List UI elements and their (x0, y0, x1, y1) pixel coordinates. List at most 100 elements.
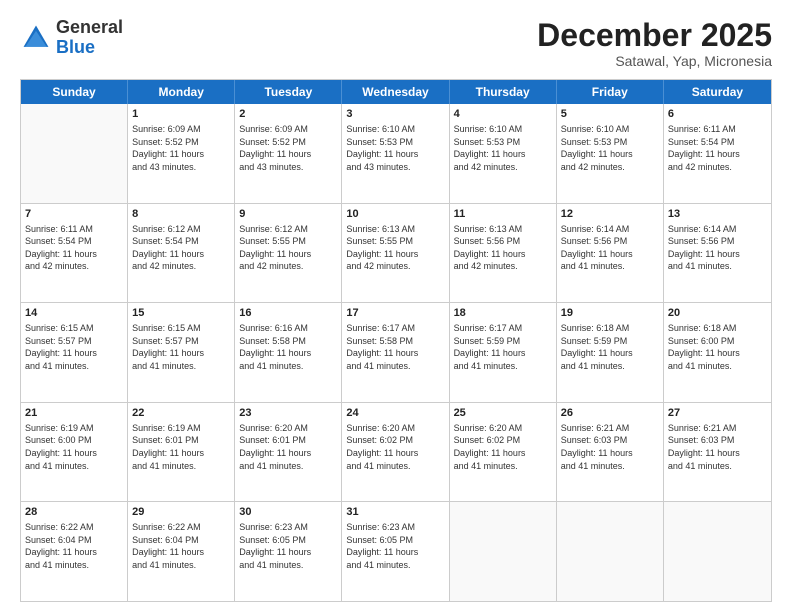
page: General Blue December 2025 Satawal, Yap,… (0, 0, 792, 612)
logo-icon (20, 22, 52, 54)
calendar-cell: 5Sunrise: 6:10 AM Sunset: 5:53 PM Daylig… (557, 104, 664, 203)
calendar: SundayMondayTuesdayWednesdayThursdayFrid… (20, 79, 772, 602)
day-info: Sunrise: 6:18 AM Sunset: 5:59 PM Dayligh… (561, 322, 659, 372)
day-number: 14 (25, 306, 123, 321)
calendar-cell: 16Sunrise: 6:16 AM Sunset: 5:58 PM Dayli… (235, 303, 342, 402)
calendar-cell: 21Sunrise: 6:19 AM Sunset: 6:00 PM Dayli… (21, 403, 128, 502)
day-info: Sunrise: 6:09 AM Sunset: 5:52 PM Dayligh… (132, 123, 230, 173)
calendar-cell: 30Sunrise: 6:23 AM Sunset: 6:05 PM Dayli… (235, 502, 342, 601)
calendar-cell (557, 502, 664, 601)
day-info: Sunrise: 6:16 AM Sunset: 5:58 PM Dayligh… (239, 322, 337, 372)
calendar-cell (450, 502, 557, 601)
day-number: 29 (132, 505, 230, 520)
day-number: 31 (346, 505, 444, 520)
calendar-cell: 15Sunrise: 6:15 AM Sunset: 5:57 PM Dayli… (128, 303, 235, 402)
day-number: 19 (561, 306, 659, 321)
header-day-sunday: Sunday (21, 80, 128, 104)
day-number: 30 (239, 505, 337, 520)
day-info: Sunrise: 6:15 AM Sunset: 5:57 PM Dayligh… (132, 322, 230, 372)
day-info: Sunrise: 6:12 AM Sunset: 5:54 PM Dayligh… (132, 223, 230, 273)
header-day-tuesday: Tuesday (235, 80, 342, 104)
day-info: Sunrise: 6:11 AM Sunset: 5:54 PM Dayligh… (668, 123, 767, 173)
calendar-cell: 27Sunrise: 6:21 AM Sunset: 6:03 PM Dayli… (664, 403, 771, 502)
day-info: Sunrise: 6:15 AM Sunset: 5:57 PM Dayligh… (25, 322, 123, 372)
day-info: Sunrise: 6:20 AM Sunset: 6:02 PM Dayligh… (454, 422, 552, 472)
calendar-row-3: 21Sunrise: 6:19 AM Sunset: 6:00 PM Dayli… (21, 402, 771, 502)
day-info: Sunrise: 6:23 AM Sunset: 6:05 PM Dayligh… (239, 521, 337, 571)
day-info: Sunrise: 6:19 AM Sunset: 6:00 PM Dayligh… (25, 422, 123, 472)
day-info: Sunrise: 6:14 AM Sunset: 5:56 PM Dayligh… (561, 223, 659, 273)
header-day-monday: Monday (128, 80, 235, 104)
calendar-cell: 29Sunrise: 6:22 AM Sunset: 6:04 PM Dayli… (128, 502, 235, 601)
logo-general: General (56, 17, 123, 37)
header-day-thursday: Thursday (450, 80, 557, 104)
calendar-cell: 12Sunrise: 6:14 AM Sunset: 5:56 PM Dayli… (557, 204, 664, 303)
calendar-cell: 31Sunrise: 6:23 AM Sunset: 6:05 PM Dayli… (342, 502, 449, 601)
calendar-cell: 17Sunrise: 6:17 AM Sunset: 5:58 PM Dayli… (342, 303, 449, 402)
day-number: 17 (346, 306, 444, 321)
day-info: Sunrise: 6:20 AM Sunset: 6:02 PM Dayligh… (346, 422, 444, 472)
calendar-cell: 9Sunrise: 6:12 AM Sunset: 5:55 PM Daylig… (235, 204, 342, 303)
day-number: 4 (454, 107, 552, 122)
day-info: Sunrise: 6:12 AM Sunset: 5:55 PM Dayligh… (239, 223, 337, 273)
calendar-header: SundayMondayTuesdayWednesdayThursdayFrid… (21, 80, 771, 104)
day-number: 9 (239, 207, 337, 222)
day-number: 21 (25, 406, 123, 421)
day-number: 22 (132, 406, 230, 421)
calendar-row-2: 14Sunrise: 6:15 AM Sunset: 5:57 PM Dayli… (21, 302, 771, 402)
calendar-cell: 6Sunrise: 6:11 AM Sunset: 5:54 PM Daylig… (664, 104, 771, 203)
header-day-friday: Friday (557, 80, 664, 104)
logo-blue: Blue (56, 37, 95, 57)
calendar-cell: 22Sunrise: 6:19 AM Sunset: 6:01 PM Dayli… (128, 403, 235, 502)
calendar-cell (21, 104, 128, 203)
day-info: Sunrise: 6:11 AM Sunset: 5:54 PM Dayligh… (25, 223, 123, 273)
day-info: Sunrise: 6:10 AM Sunset: 5:53 PM Dayligh… (346, 123, 444, 173)
day-info: Sunrise: 6:19 AM Sunset: 6:01 PM Dayligh… (132, 422, 230, 472)
calendar-cell: 3Sunrise: 6:10 AM Sunset: 5:53 PM Daylig… (342, 104, 449, 203)
day-number: 2 (239, 107, 337, 122)
day-number: 18 (454, 306, 552, 321)
calendar-cell: 4Sunrise: 6:10 AM Sunset: 5:53 PM Daylig… (450, 104, 557, 203)
day-number: 7 (25, 207, 123, 222)
day-number: 27 (668, 406, 767, 421)
day-info: Sunrise: 6:22 AM Sunset: 6:04 PM Dayligh… (25, 521, 123, 571)
calendar-cell: 24Sunrise: 6:20 AM Sunset: 6:02 PM Dayli… (342, 403, 449, 502)
calendar-cell: 20Sunrise: 6:18 AM Sunset: 6:00 PM Dayli… (664, 303, 771, 402)
header-day-wednesday: Wednesday (342, 80, 449, 104)
day-number: 23 (239, 406, 337, 421)
day-number: 1 (132, 107, 230, 122)
calendar-cell: 28Sunrise: 6:22 AM Sunset: 6:04 PM Dayli… (21, 502, 128, 601)
day-info: Sunrise: 6:17 AM Sunset: 5:58 PM Dayligh… (346, 322, 444, 372)
location: Satawal, Yap, Micronesia (537, 53, 772, 69)
day-info: Sunrise: 6:13 AM Sunset: 5:55 PM Dayligh… (346, 223, 444, 273)
calendar-cell: 23Sunrise: 6:20 AM Sunset: 6:01 PM Dayli… (235, 403, 342, 502)
logo-text: General Blue (56, 18, 123, 58)
calendar-cell: 13Sunrise: 6:14 AM Sunset: 5:56 PM Dayli… (664, 204, 771, 303)
day-number: 24 (346, 406, 444, 421)
day-number: 15 (132, 306, 230, 321)
day-number: 13 (668, 207, 767, 222)
day-number: 10 (346, 207, 444, 222)
day-number: 3 (346, 107, 444, 122)
day-number: 11 (454, 207, 552, 222)
calendar-cell: 26Sunrise: 6:21 AM Sunset: 6:03 PM Dayli… (557, 403, 664, 502)
day-number: 5 (561, 107, 659, 122)
day-number: 26 (561, 406, 659, 421)
day-number: 25 (454, 406, 552, 421)
calendar-body: 1Sunrise: 6:09 AM Sunset: 5:52 PM Daylig… (21, 104, 771, 601)
calendar-cell: 1Sunrise: 6:09 AM Sunset: 5:52 PM Daylig… (128, 104, 235, 203)
calendar-cell: 18Sunrise: 6:17 AM Sunset: 5:59 PM Dayli… (450, 303, 557, 402)
calendar-cell: 7Sunrise: 6:11 AM Sunset: 5:54 PM Daylig… (21, 204, 128, 303)
day-number: 20 (668, 306, 767, 321)
day-info: Sunrise: 6:17 AM Sunset: 5:59 PM Dayligh… (454, 322, 552, 372)
calendar-cell: 11Sunrise: 6:13 AM Sunset: 5:56 PM Dayli… (450, 204, 557, 303)
calendar-cell: 14Sunrise: 6:15 AM Sunset: 5:57 PM Dayli… (21, 303, 128, 402)
day-info: Sunrise: 6:10 AM Sunset: 5:53 PM Dayligh… (561, 123, 659, 173)
day-number: 16 (239, 306, 337, 321)
day-info: Sunrise: 6:23 AM Sunset: 6:05 PM Dayligh… (346, 521, 444, 571)
day-info: Sunrise: 6:21 AM Sunset: 6:03 PM Dayligh… (561, 422, 659, 472)
calendar-cell: 19Sunrise: 6:18 AM Sunset: 5:59 PM Dayli… (557, 303, 664, 402)
header: General Blue December 2025 Satawal, Yap,… (20, 18, 772, 69)
day-info: Sunrise: 6:21 AM Sunset: 6:03 PM Dayligh… (668, 422, 767, 472)
day-info: Sunrise: 6:14 AM Sunset: 5:56 PM Dayligh… (668, 223, 767, 273)
